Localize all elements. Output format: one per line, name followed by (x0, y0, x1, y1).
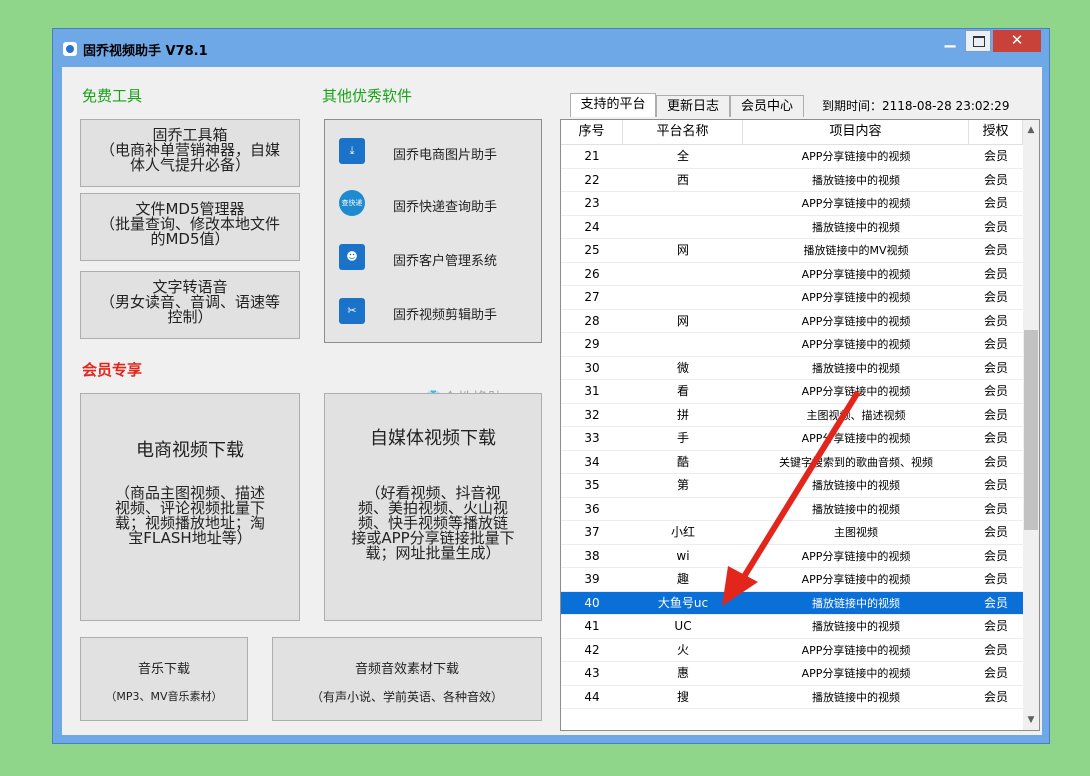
red-arrow-icon (722, 390, 861, 606)
arrow-head (722, 566, 758, 606)
arrow-shaft (739, 390, 861, 582)
